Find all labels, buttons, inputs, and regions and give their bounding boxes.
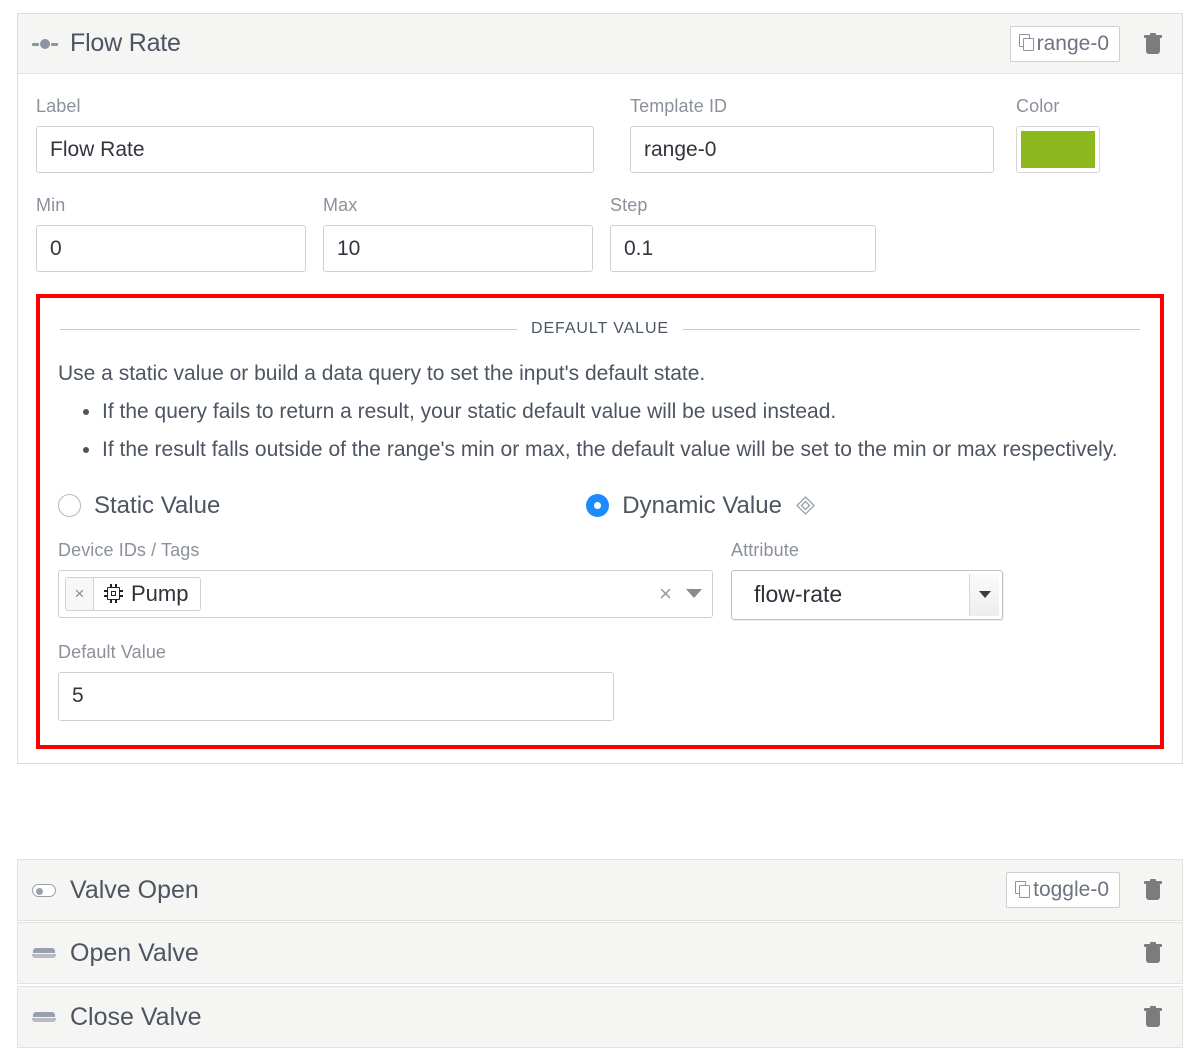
radio-dynamic-value-ring (586, 494, 610, 518)
step-field-label: Step (610, 195, 648, 215)
color-field-label: Color (1016, 96, 1060, 116)
color-picker-button[interactable] (1016, 126, 1100, 173)
chip-remove-icon[interactable]: × (66, 577, 94, 610)
delete-widget-button[interactable] (1140, 1004, 1166, 1030)
description-intro: Use a static value or build a data query… (58, 362, 706, 385)
devices-field-label: Device IDs / Tags (58, 539, 200, 560)
default-value-mode-radios: Static Value Dynamic Value (56, 492, 1144, 520)
max-field-group: Max 10 (323, 195, 593, 272)
template-id-field-label: Template ID (630, 96, 728, 116)
form-row-basic: Label Flow Rate Template ID range-0 Colo… (18, 74, 1182, 173)
clear-selection-icon[interactable]: × (659, 582, 672, 605)
label-field-group: Label Flow Rate (36, 96, 594, 173)
attribute-select[interactable]: flow-rate (731, 569, 1003, 620)
default-value-description: Use a static value or build a data query… (56, 358, 1144, 466)
label-input[interactable]: Flow Rate (36, 126, 594, 173)
widget-row-title: Close Valve (70, 1002, 202, 1031)
template-id-field-group: Template ID range-0 (630, 96, 994, 173)
template-id-badge[interactable]: toggle-0 (1006, 872, 1120, 908)
trash-icon (1144, 32, 1162, 55)
description-bullets: If the query fails to return a result, y… (58, 396, 1144, 466)
chip-body: Pump (94, 577, 201, 610)
copy-icon (1018, 34, 1036, 52)
device-chip-pump[interactable]: × Pump (65, 576, 202, 611)
radio-static-value-label: Static Value (94, 491, 221, 519)
default-value-section: DEFAULT VALUE Use a static value or buil… (36, 294, 1164, 749)
template-id-input[interactable]: range-0 (630, 126, 994, 173)
legend-label: DEFAULT VALUE (531, 320, 669, 337)
static-default-input[interactable]: 5 (58, 671, 614, 721)
static-default-field-label: Default Value (58, 641, 167, 662)
widget-config-panel: Flow Rate range-0 Label Flow Rate Templa… (0, 0, 1200, 1058)
radio-dynamic-value[interactable]: Dynamic Value (586, 492, 816, 520)
min-field-label: Min (36, 195, 66, 215)
page-title: Flow Rate (70, 29, 181, 57)
slider-icon (32, 37, 58, 51)
delete-widget-button[interactable] (1140, 940, 1166, 966)
label-field-label: Label (36, 96, 81, 116)
button-icon (32, 1010, 58, 1024)
color-field-group: Color (1016, 96, 1100, 173)
radio-static-value[interactable]: Static Value (58, 492, 220, 520)
devices-field-group: Device IDs / Tags × Pump × (58, 540, 713, 620)
min-input[interactable]: 0 (36, 225, 306, 272)
form-row-range: Min 0 Max 10 Step 0.1 (18, 173, 1182, 272)
template-id-badge[interactable]: range-0 (1009, 25, 1120, 62)
step-input[interactable]: 0.1 (610, 225, 876, 272)
list-item: If the result falls outside of the range… (102, 434, 1144, 466)
toggle-icon (32, 883, 58, 897)
dynamic-query-row: Device IDs / Tags × Pump × Attribute flo… (56, 540, 1144, 620)
devices-multiselect[interactable]: × Pump × (58, 569, 713, 618)
radio-dynamic-value-label: Dynamic Value (622, 491, 782, 519)
chevron-down-icon[interactable] (686, 589, 702, 599)
template-id-badge-label: range-0 (1036, 31, 1109, 55)
chip-label: Pump (131, 580, 189, 606)
max-input[interactable]: 10 (323, 225, 593, 272)
card-body: Label Flow Rate Template ID range-0 Colo… (18, 74, 1182, 763)
button-icon (32, 946, 58, 960)
card-header[interactable]: Flow Rate range-0 (18, 14, 1182, 74)
attribute-field-label: Attribute (731, 539, 799, 560)
default-value-legend: DEFAULT VALUE (60, 320, 1140, 338)
attribute-field-group: Attribute flow-rate (731, 540, 1003, 620)
radio-static-value-ring (58, 494, 81, 518)
attribute-select-arrow-button[interactable] (969, 573, 999, 616)
copy-icon (1015, 880, 1032, 899)
widget-row-valve-open[interactable]: Valve Open toggle-0 (17, 859, 1183, 921)
delete-widget-button[interactable] (1140, 31, 1166, 57)
widget-row-title: Open Valve (70, 938, 199, 967)
color-swatch (1021, 131, 1095, 168)
widget-row-title: Valve Open (70, 875, 199, 904)
legend-rule-left (60, 328, 518, 330)
chevron-down-icon (978, 591, 991, 599)
static-default-field-group: Default Value 5 (56, 642, 1144, 721)
microchip-icon (104, 584, 123, 604)
widget-row-open-valve[interactable]: Open Valve (17, 922, 1183, 984)
step-field-group: Step 0.1 (610, 195, 876, 272)
diamond-icon[interactable] (795, 495, 816, 516)
min-field-group: Min 0 (36, 195, 306, 272)
template-id-badge-label: toggle-0 (1033, 878, 1109, 901)
attribute-select-value: flow-rate (754, 581, 843, 608)
range-widget-card: Flow Rate range-0 Label Flow Rate Templa… (17, 13, 1183, 764)
trash-icon (1144, 1006, 1162, 1028)
trash-icon (1144, 879, 1162, 901)
legend-rule-right (682, 328, 1140, 330)
trash-icon (1144, 942, 1162, 964)
list-item: If the query fails to return a result, y… (102, 396, 1144, 428)
widget-row-close-valve[interactable]: Close Valve (17, 986, 1183, 1048)
delete-widget-button[interactable] (1140, 877, 1166, 903)
max-field-label: Max (323, 195, 358, 215)
